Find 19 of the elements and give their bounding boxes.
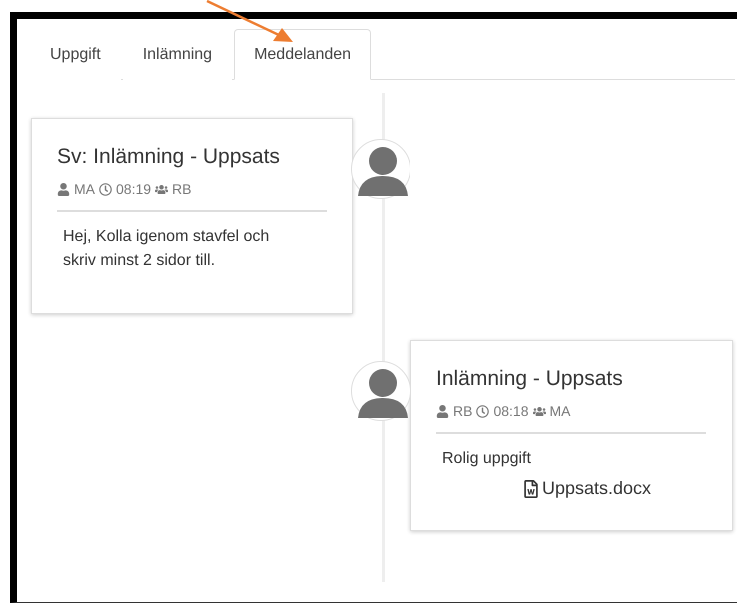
- user-icon: [57, 182, 70, 196]
- recipient: RB: [172, 181, 192, 197]
- clock-icon: [476, 404, 490, 418]
- users-icon: [155, 182, 168, 196]
- time: 08:18: [493, 403, 528, 419]
- message-body: Hej, Kolla igenom stavfel och skriv minst 2 sidor till.: [63, 227, 270, 271]
- time: 08:19: [116, 181, 152, 197]
- user-icon: [436, 404, 449, 418]
- attachment-link[interactable]: Uppsats.docx: [542, 478, 652, 499]
- message-title: Sv: Inlämning - Uppsats: [57, 144, 281, 170]
- users-icon: [532, 404, 546, 418]
- word-file-icon: [522, 480, 540, 498]
- recipient: MA: [550, 403, 570, 419]
- clock-icon: [99, 182, 112, 196]
- tab[interactable]: Meddelanden: [234, 29, 372, 80]
- author: MA: [74, 181, 95, 197]
- message-title: Inlämning - Uppsats: [436, 366, 624, 392]
- author: RB: [453, 403, 472, 419]
- message-body: Rolig uppgift: [442, 449, 532, 469]
